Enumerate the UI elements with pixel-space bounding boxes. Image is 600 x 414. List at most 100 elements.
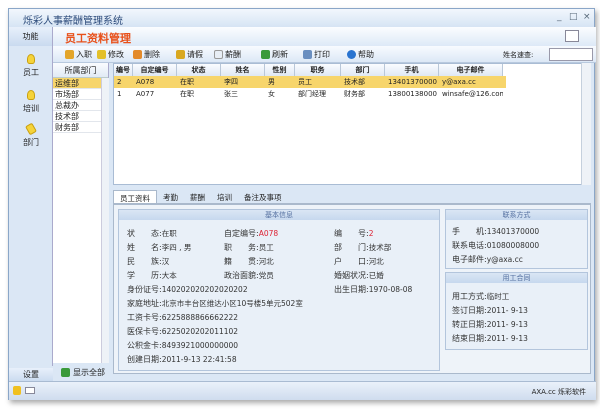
field-value: 2 xyxy=(368,229,374,238)
search-label: 姓名速查: xyxy=(503,51,534,59)
field: 联系电话:01080008000 xyxy=(452,240,539,251)
field-label: 家庭地址: xyxy=(127,299,162,308)
field-label: 自定编号: xyxy=(224,229,259,238)
maximize-button[interactable]: □ xyxy=(569,12,578,22)
printer-icon xyxy=(303,50,312,59)
field: 创建日期:2011-9-13 22:41:58 xyxy=(127,354,237,365)
column-header: 自定编号 xyxy=(133,64,177,76)
refresh-icon xyxy=(61,368,70,377)
tab-training[interactable]: 培训 xyxy=(211,190,238,203)
table-row[interactable]: 2 A078 在职 李四 男 员工 技术部 13401370000 y@axa.cc xyxy=(114,76,506,88)
column-header: 部门 xyxy=(341,64,385,76)
tab-notes[interactable]: 备注及事项 xyxy=(238,190,288,203)
id-card-icon[interactable] xyxy=(565,30,579,42)
delete-button[interactable]: 删除 xyxy=(133,49,160,60)
tab-salary[interactable]: 薪酬 xyxy=(184,190,211,203)
field-value: 140202020202020202 xyxy=(161,285,248,294)
contact-box: 联系方式手 机:13401370000 联系电话:01080008000 电子邮件:… xyxy=(445,209,588,269)
edit-button[interactable]: 修改 xyxy=(97,49,124,60)
print-button[interactable]: 打印 xyxy=(303,49,330,60)
field: 转正日期:2011- 9-13 xyxy=(452,319,528,330)
settings-button[interactable]: 设置 xyxy=(9,368,53,382)
field-label: 签订日期: xyxy=(452,306,487,315)
tab-employee-info[interactable]: 员工资料 xyxy=(113,190,157,203)
leave-icon xyxy=(176,50,185,59)
field-label: 政治面貌: xyxy=(224,271,259,280)
field-value: 北京市丰台区维达小区10号楼5单元502室 xyxy=(161,299,303,308)
name-search-input[interactable] xyxy=(549,48,593,61)
grid-scrollbar[interactable] xyxy=(581,63,591,185)
nav-item-employee[interactable]: 员工 xyxy=(9,54,53,78)
table-cell: winsafe@126.com xyxy=(442,90,503,98)
lock-icon[interactable] xyxy=(13,386,21,395)
column-header: 手机 xyxy=(385,64,439,76)
grid-header: 编号 自定编号 状态 姓名 性别 职务 部门 手机 电子邮件 xyxy=(114,64,506,76)
nav-item-department[interactable]: 部门 xyxy=(9,122,53,148)
table-cell: 女 xyxy=(268,90,275,98)
table-cell: 部门经理 xyxy=(298,90,326,98)
toolbar: 入职 修改 删除 请假 薪酬 刷新 打印 帮助 姓名速查: xyxy=(53,46,596,63)
table-cell: 2 xyxy=(117,78,122,86)
department-scrollbar[interactable] xyxy=(101,78,109,363)
status-bar: AXA.cc 烁彩软件 xyxy=(9,381,596,400)
function-label: 功能 xyxy=(9,27,53,46)
department-item[interactable]: 财务部 xyxy=(53,122,101,133)
table-cell: 员工 xyxy=(298,78,312,86)
hire-button[interactable]: 入职 xyxy=(65,49,92,60)
table-cell: 在职 xyxy=(180,90,194,98)
leave-button[interactable]: 请假 xyxy=(176,49,203,60)
user-edit-icon xyxy=(97,50,106,59)
help-button[interactable]: 帮助 xyxy=(347,49,374,60)
field-label: 联系电话: xyxy=(452,241,487,250)
field: 电子邮件:y@axa.cc xyxy=(452,254,523,265)
page-title: 员工资料管理 xyxy=(65,32,131,45)
field-value: 2011- 9-13 xyxy=(486,334,528,343)
refresh-button[interactable]: 刷新 xyxy=(261,49,288,60)
department-header: 所属部门 xyxy=(53,63,108,78)
tag-icon xyxy=(25,122,37,136)
department-list: 所属部门 运维部 市场部 总裁办 技术部 财务部 xyxy=(53,63,109,363)
field-value: 2011- 9-13 xyxy=(486,320,528,329)
department-item[interactable]: 运维部 xyxy=(53,78,101,89)
nav-item-training[interactable]: 培训 xyxy=(9,90,53,114)
bulb-icon xyxy=(27,90,35,100)
field-value: 临时工 xyxy=(486,292,510,301)
field-label: 转正日期: xyxy=(452,320,487,329)
refresh-icon xyxy=(261,50,270,59)
field-value: 在职 xyxy=(161,229,177,238)
department-item[interactable]: 总裁办 xyxy=(53,100,101,111)
department-item[interactable]: 技术部 xyxy=(53,111,101,122)
field-value: 党员 xyxy=(258,271,274,280)
user-add-icon xyxy=(65,50,74,59)
field-value: 大本 xyxy=(161,271,177,280)
field-value: 汉 xyxy=(161,257,170,266)
field: 工资卡号:6225888866662222 xyxy=(127,312,238,323)
field-label: 手 机: xyxy=(452,227,487,236)
field-label: 户 口: xyxy=(334,257,369,266)
table-cell: 张三 xyxy=(224,90,238,98)
help-icon xyxy=(347,50,356,59)
field-value: 1970-08-08 xyxy=(368,285,413,294)
document-icon xyxy=(214,50,223,59)
table-row[interactable]: 1 A077 在职 张三 女 部门经理 财务部 13800138000 winsafe@126.… xyxy=(114,88,506,100)
department-item[interactable]: 市场部 xyxy=(53,89,101,100)
field-label: 婚姻状况: xyxy=(334,271,369,280)
salary-button[interactable]: 薪酬 xyxy=(214,49,241,60)
field-label: 籍 贯: xyxy=(224,257,259,266)
field-label: 创建日期: xyxy=(127,355,162,364)
field-value: 河北 xyxy=(258,257,274,266)
show-all-button[interactable]: 显示全部 xyxy=(61,367,105,378)
field-label: 民 族: xyxy=(127,257,162,266)
field-value: 13401370000 xyxy=(486,227,540,236)
detail-panel: 基本信息状 态:在职 自定编号:A078 编 号:2 姓 名:李四 , 男 职 务:员工… xyxy=(113,204,591,374)
field-label: 出生日期: xyxy=(334,285,369,294)
tab-attendance[interactable]: 考勤 xyxy=(157,190,184,203)
minimize-button[interactable]: _ xyxy=(557,12,562,22)
field: 籍 贯:河北 xyxy=(224,256,274,267)
field: 状 态:在职 xyxy=(127,228,177,239)
table-cell: A077 xyxy=(136,90,155,98)
close-button[interactable]: × xyxy=(583,12,591,22)
mail-icon[interactable] xyxy=(25,387,35,394)
field: 出生日期:1970-08-08 xyxy=(334,284,412,295)
field-label: 编 号: xyxy=(334,229,369,238)
